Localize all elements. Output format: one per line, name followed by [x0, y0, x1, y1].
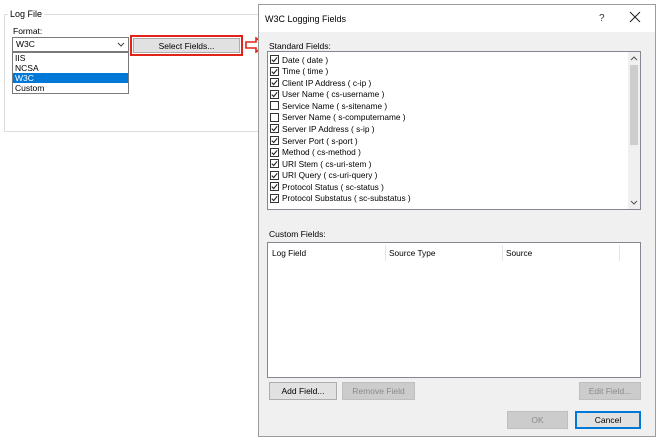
chevron-down-icon[interactable]	[116, 38, 126, 51]
column-header-log-field[interactable]: Log Field	[272, 248, 306, 258]
format-option-custom[interactable]: Custom	[13, 83, 128, 93]
format-option-ncsa[interactable]: NCSA	[13, 63, 128, 73]
help-button[interactable]: ?	[599, 13, 605, 24]
checkmark-icon	[271, 137, 278, 144]
scroll-down-icon[interactable]	[628, 197, 640, 209]
scroll-thumb[interactable]	[630, 65, 638, 145]
standard-field-row[interactable]: Time ( time )	[270, 66, 328, 77]
custom-fields-list: Log Field Source Type Source	[267, 242, 641, 378]
standard-field-row[interactable]: Server IP Address ( s-ip )	[270, 123, 375, 134]
field-label: Client IP Address ( c-ip )	[282, 77, 372, 88]
format-dropdown-list: IIS NCSA W3C Custom	[12, 52, 129, 94]
field-label: Method ( cs-method )	[282, 147, 361, 158]
standard-field-row[interactable]: URI Stem ( cs-uri-stem )	[270, 158, 371, 169]
standard-field-row[interactable]: Service Name ( s-sitename )	[270, 100, 387, 111]
field-checkbox[interactable]	[270, 182, 279, 192]
field-label: Server IP Address ( s-ip )	[282, 123, 375, 134]
checkmark-icon	[271, 80, 278, 86]
log-file-group-title: Log File	[8, 9, 45, 19]
standard-field-row[interactable]: Date ( date )	[270, 54, 328, 65]
format-option-w3c[interactable]: W3C	[13, 73, 128, 83]
format-option-iis[interactable]: IIS	[13, 53, 128, 63]
field-checkbox[interactable]	[270, 147, 279, 157]
column-separator[interactable]	[502, 245, 503, 261]
checkmark-icon	[271, 184, 278, 190]
checkmark-icon	[271, 91, 278, 98]
field-checkbox[interactable]	[270, 159, 279, 169]
format-label: Format:	[13, 26, 43, 36]
checkmark-icon	[271, 149, 278, 155]
select-fields-button[interactable]: Select Fields...	[133, 38, 240, 53]
field-checkbox[interactable]	[270, 124, 279, 134]
format-combobox[interactable]: W3C	[12, 37, 129, 52]
standard-field-row[interactable]: Client IP Address ( c-ip )	[270, 77, 371, 88]
standard-fields-label: Standard Fields:	[269, 41, 331, 51]
field-label: Server Port ( s-port )	[282, 135, 358, 146]
field-checkbox[interactable]	[270, 101, 279, 111]
column-header-source[interactable]: Source	[506, 248, 532, 258]
standard-fields-list: Date ( date ) Time ( time ) Client IP Addr…	[267, 51, 641, 210]
column-separator[interactable]	[385, 245, 386, 261]
checkmark-icon	[271, 68, 278, 75]
field-checkbox[interactable]	[270, 66, 279, 76]
standard-field-row[interactable]: URI Query ( cs-uri-query )	[270, 170, 377, 181]
ok-button[interactable]: OK	[507, 411, 568, 429]
custom-fields-label: Custom Fields:	[269, 229, 326, 239]
field-checkbox[interactable]	[270, 170, 279, 180]
edit-field-button[interactable]: Edit Field...	[579, 382, 641, 400]
field-checkbox[interactable]	[270, 193, 279, 203]
standard-field-row[interactable]: Protocol Substatus ( sc-substatus )	[270, 193, 411, 204]
dialog-title: W3C Logging Fields	[265, 14, 347, 24]
cancel-button[interactable]: Cancel	[575, 411, 641, 429]
dialog-titlebar: W3C Logging Fields ?	[259, 5, 655, 32]
field-label: Service Name ( s-sitename )	[282, 100, 388, 111]
checkmark-icon	[271, 126, 278, 132]
standard-field-row[interactable]: User Name ( cs-username )	[270, 89, 384, 100]
field-checkbox[interactable]	[270, 89, 279, 99]
add-field-button[interactable]: Add Field...	[269, 382, 337, 400]
standard-field-row[interactable]: Server Name ( s-computername )	[270, 112, 406, 123]
remove-field-button[interactable]: Remove Field	[342, 382, 415, 400]
field-label: Protocol Status ( sc-status )	[282, 181, 384, 192]
field-checkbox[interactable]	[270, 112, 279, 122]
field-label: Server Name ( s-computername )	[282, 112, 406, 123]
format-combobox-value: W3C	[16, 39, 35, 49]
column-header-source-type[interactable]: Source Type	[389, 248, 435, 258]
standard-field-row[interactable]: Protocol Status ( sc-status )	[270, 181, 384, 192]
checkmark-icon	[271, 195, 278, 202]
field-label: Date ( date )	[282, 54, 329, 65]
field-label: URI Stem ( cs-uri-stem )	[282, 158, 372, 169]
field-label: Protocol Substatus ( sc-substatus )	[282, 193, 411, 204]
field-label: URI Query ( cs-uri-query )	[282, 170, 378, 181]
field-label: User Name ( cs-username )	[282, 89, 385, 100]
standard-field-row[interactable]: Method ( cs-method )	[270, 146, 361, 157]
close-icon[interactable]	[629, 11, 641, 23]
column-separator[interactable]	[619, 245, 620, 261]
field-label: Time ( time )	[282, 66, 329, 77]
w3c-logging-fields-dialog: W3C Logging Fields ? Standard Fields: Da…	[258, 4, 656, 437]
checkmark-icon	[271, 161, 278, 167]
checkmark-icon	[271, 57, 278, 63]
field-checkbox[interactable]	[270, 55, 279, 65]
checkmark-icon	[271, 172, 278, 179]
field-checkbox[interactable]	[270, 78, 279, 88]
scroll-up-icon[interactable]	[628, 52, 640, 64]
field-checkbox[interactable]	[270, 136, 279, 146]
fields-scrollbar[interactable]	[628, 52, 640, 209]
standard-field-row[interactable]: Server Port ( s-port )	[270, 135, 358, 146]
